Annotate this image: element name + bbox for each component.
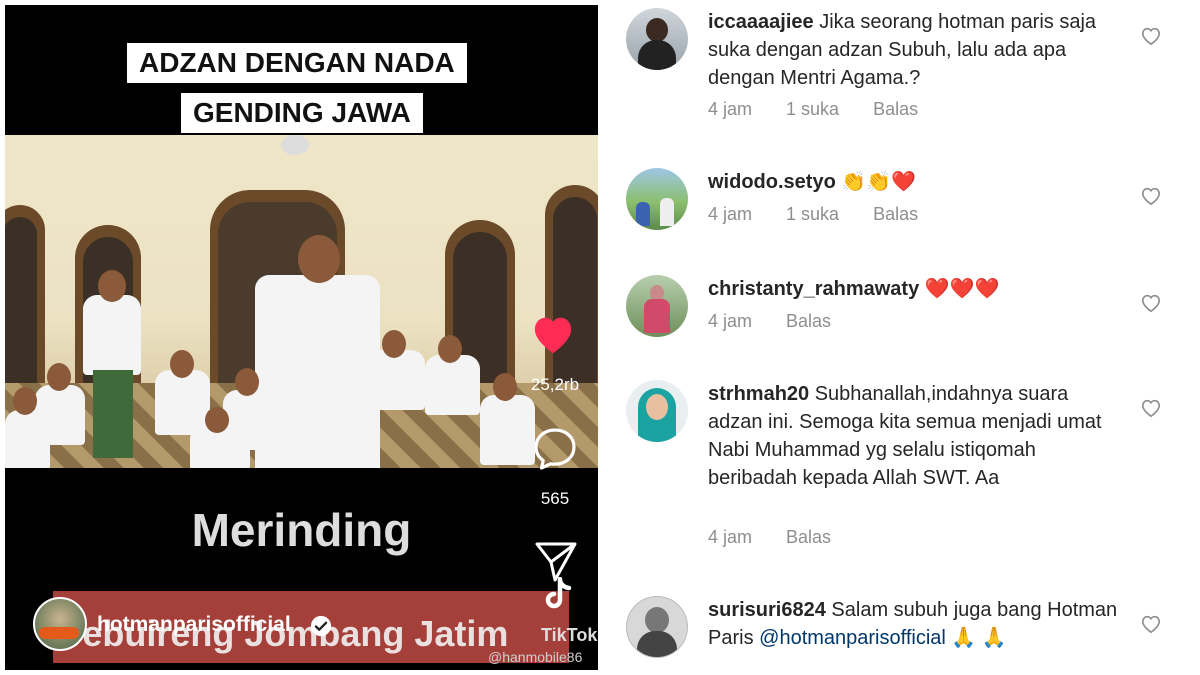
comment-like-heart-icon[interactable] (1140, 614, 1162, 634)
reply-button[interactable]: Balas (873, 204, 918, 224)
video-overlay-text: Merinding (191, 504, 412, 556)
video-watermark: @hanmobile86 (488, 649, 583, 665)
commenter-avatar[interactable] (626, 168, 688, 230)
comment-username[interactable]: christanty_rahmawaty (708, 278, 919, 300)
comment-username[interactable]: iccaaaajiee (708, 11, 814, 33)
comment-item: strhmah20 Subhanallah,indahnya suara adz… (626, 380, 1186, 555)
person-head (382, 330, 406, 358)
video-player[interactable]: ADZAN DENGAN NADA GENDING JAWA Merinding (5, 5, 598, 670)
comment-username[interactable]: surisuri6824 (708, 599, 826, 621)
comment-emoji: 🙏 🙏 (951, 627, 1007, 649)
muezzin (255, 275, 380, 468)
window-arch (5, 205, 45, 395)
video-author-username[interactable]: hotmanparisofficial (97, 613, 291, 637)
like-heart-icon[interactable] (530, 313, 576, 355)
tiktok-logo-icon (545, 577, 572, 609)
commenter-avatar[interactable] (626, 380, 688, 442)
comment-time: 4 jam (708, 204, 753, 224)
comment-like-count[interactable]: 1 suka (786, 99, 839, 119)
comment-meta: 4 jam Balas (708, 311, 865, 332)
person-head (205, 407, 229, 433)
commenter-avatar[interactable] (626, 596, 688, 658)
sarong (93, 370, 133, 458)
clock-decoration (281, 135, 309, 155)
person (365, 350, 425, 410)
comment-item: widodo.setyo 👏👏❤️ 4 jam 1 suka Balas (626, 168, 1186, 248)
person-head (235, 368, 259, 396)
like-count: 25,2rb (530, 375, 580, 394)
person (480, 395, 535, 465)
commenter-avatar[interactable] (626, 275, 688, 337)
person-head (13, 387, 37, 415)
video-author-avatar[interactable] (33, 597, 87, 651)
comment-item: surisuri6824 Salam subuh juga bang Hotma… (626, 596, 1186, 675)
comment-like-heart-icon[interactable] (1140, 398, 1162, 418)
person (5, 410, 50, 468)
person-head (98, 270, 126, 302)
window-arch (545, 185, 598, 385)
comment-like-heart-icon[interactable] (1140, 186, 1162, 206)
comment-count: 565 (540, 489, 570, 508)
person-head (438, 335, 462, 363)
comment-mention-link[interactable]: @hotmanparisofficial (759, 627, 946, 649)
person-head (298, 235, 340, 283)
reply-button[interactable]: Balas (786, 311, 831, 331)
reply-button[interactable]: Balas (786, 527, 831, 547)
comment-like-heart-icon[interactable] (1140, 293, 1162, 313)
comment-time: 4 jam (708, 311, 753, 331)
tiktok-label: TikTok (541, 625, 598, 645)
reply-button[interactable]: Balas (873, 99, 918, 119)
person-head (47, 363, 71, 391)
comment-like-heart-icon[interactable] (1140, 26, 1162, 46)
comment-username[interactable]: widodo.setyo (708, 171, 836, 193)
comment-meta: 4 jam Balas (708, 527, 865, 548)
comment-like-count[interactable]: 1 suka (786, 204, 839, 224)
comment-bubble-icon[interactable] (531, 425, 579, 473)
comment-meta: 4 jam 1 suka Balas (708, 99, 952, 120)
commenter-avatar[interactable] (626, 8, 688, 70)
comment-item: christanty_rahmawaty ❤️❤️❤️ 4 jam Balas (626, 275, 1186, 355)
comment-time: 4 jam (708, 527, 753, 547)
verified-badge-icon (310, 615, 332, 637)
video-scene-image (5, 135, 598, 468)
comment-item: iccaaaajiee Jika seorang hotman paris sa… (626, 8, 1186, 120)
video-caption-line2: GENDING JAWA (181, 93, 423, 133)
person (425, 355, 480, 415)
comment-text: 👏👏❤️ (841, 171, 917, 193)
comment-username[interactable]: strhmah20 (708, 383, 809, 405)
comment-meta: 4 jam 1 suka Balas (708, 204, 952, 225)
comment-time: 4 jam (708, 99, 753, 119)
comment-text: ❤️❤️❤️ (924, 278, 1000, 300)
person (83, 295, 141, 375)
video-caption-line1: ADZAN DENGAN NADA (127, 43, 467, 83)
person-head (170, 350, 194, 378)
